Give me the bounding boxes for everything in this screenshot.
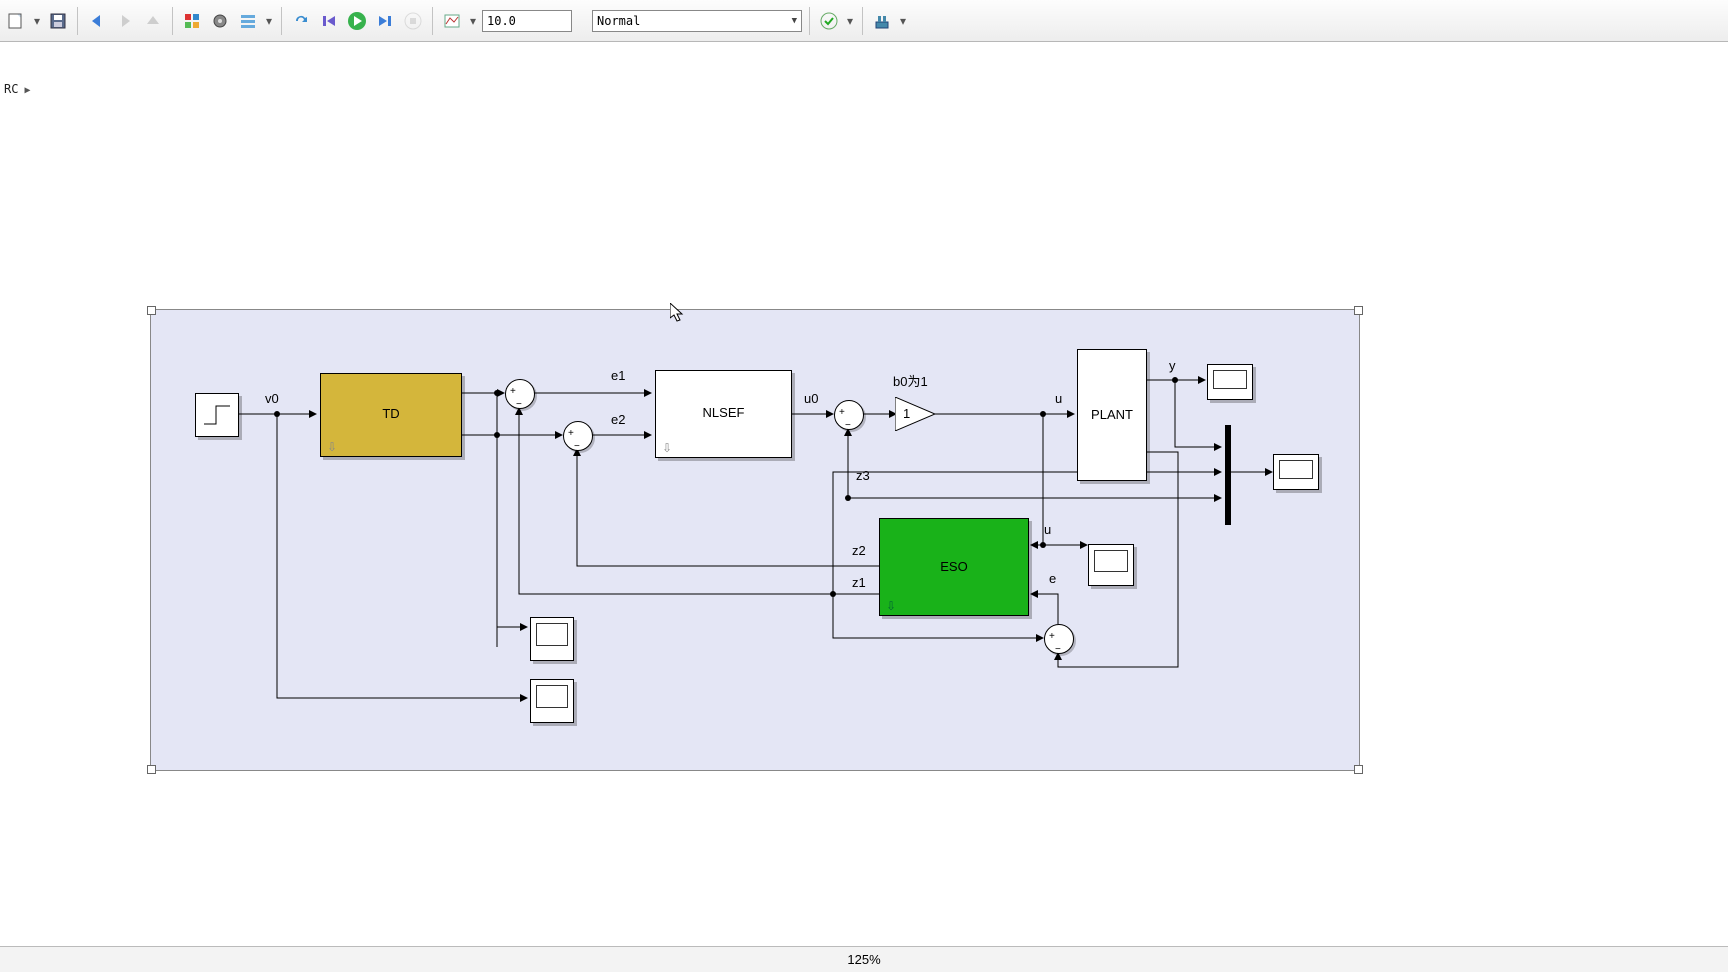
build-dropdown[interactable]: ▾ — [898, 14, 908, 28]
simulation-mode-value: Normal — [597, 14, 640, 28]
record-button[interactable] — [440, 9, 464, 33]
back-button[interactable] — [85, 9, 109, 33]
gain-value: 1 — [903, 406, 910, 421]
save-button[interactable] — [46, 9, 70, 33]
plus-sign: + — [1049, 631, 1055, 642]
nlsef-label: NLSEF — [656, 405, 791, 420]
model-config-button[interactable] — [208, 9, 232, 33]
step-forward-button[interactable] — [373, 9, 397, 33]
update-diagram-button[interactable] — [289, 9, 313, 33]
scope-y[interactable] — [1207, 364, 1253, 400]
chevron-down-icon: ▼ — [792, 16, 797, 26]
eso-label: ESO — [880, 559, 1028, 574]
scope-u[interactable] — [1088, 544, 1134, 586]
plus-sign: + — [510, 386, 516, 397]
signal-label-e1: e1 — [611, 368, 625, 383]
new-model-button[interactable] — [4, 9, 28, 33]
separator — [862, 7, 863, 35]
sum-block-e[interactable]: + − — [1044, 624, 1074, 654]
separator — [77, 7, 78, 35]
plus-sign: + — [568, 428, 574, 439]
plus-sign: + — [839, 407, 845, 418]
breadcrumb-bar: RC ▶ — [0, 41, 1728, 99]
signal-label-z3: z3 — [856, 468, 870, 483]
minus-sign: − — [845, 420, 851, 431]
advisor-ok-button[interactable] — [817, 9, 841, 33]
separator — [281, 7, 282, 35]
record-dropdown[interactable]: ▾ — [468, 14, 478, 28]
library-browser-button[interactable] — [180, 9, 204, 33]
advisor-dropdown[interactable]: ▾ — [845, 14, 855, 28]
scope-td-outputs[interactable] — [530, 617, 574, 661]
signal-label-z2: z2 — [852, 543, 866, 558]
signal-label-e: e — [1049, 571, 1056, 586]
zoom-level[interactable]: 125% — [847, 952, 880, 967]
signal-label-u2: u — [1044, 522, 1051, 537]
model-explorer-button[interactable] — [236, 9, 260, 33]
plant-label: PLANT — [1078, 407, 1146, 422]
scope-v0[interactable] — [530, 679, 574, 723]
separator — [809, 7, 810, 35]
signal-label-u0: u0 — [804, 391, 818, 406]
separator — [172, 7, 173, 35]
signal-label-e2: e2 — [611, 412, 625, 427]
step-back-button[interactable] — [317, 9, 341, 33]
simulation-mode-select[interactable]: Normal ▼ — [592, 10, 802, 32]
signal-label-z1: z1 — [852, 575, 866, 590]
minus-sign: − — [574, 441, 580, 452]
build-button[interactable] — [870, 9, 894, 33]
signal-label-y: y — [1169, 358, 1176, 373]
subsystem-arrow-icon: ⇩ — [327, 440, 337, 454]
new-model-dropdown[interactable]: ▾ — [32, 14, 42, 28]
subsystem-arrow-icon: ⇩ — [886, 599, 896, 613]
td-block[interactable]: TD ⇩ — [320, 373, 462, 457]
minus-sign: − — [1055, 644, 1061, 655]
scope-mux[interactable] — [1273, 454, 1319, 490]
sum-block-e1[interactable]: + − — [505, 379, 535, 409]
status-bar: 125% — [0, 946, 1728, 972]
gain-block[interactable]: 1 — [895, 397, 935, 431]
nlsef-block[interactable]: NLSEF ⇩ — [655, 370, 792, 458]
chevron-right-icon: ▶ — [24, 85, 30, 96]
stop-button[interactable] — [401, 9, 425, 33]
run-button[interactable] — [345, 9, 369, 33]
forward-button[interactable] — [113, 9, 137, 33]
sum-block-e2[interactable]: + − — [563, 421, 593, 451]
step-block[interactable] — [195, 393, 239, 437]
up-button[interactable] — [141, 9, 165, 33]
step-icon — [196, 394, 238, 436]
plant-block[interactable]: PLANT — [1077, 349, 1147, 481]
minus-sign: − — [516, 399, 522, 410]
model-explorer-dropdown[interactable]: ▾ — [264, 14, 274, 28]
wire-layer — [0, 97, 1728, 967]
eso-block[interactable]: ESO ⇩ — [879, 518, 1029, 616]
breadcrumb-root[interactable]: RC — [4, 82, 18, 96]
main-toolbar: ▾ ▾ ▾ Normal ▼ ▾ — [0, 0, 1728, 42]
signal-label-v0: v0 — [265, 391, 279, 406]
stop-time-input[interactable] — [482, 10, 572, 32]
signal-label-b0: b0为1 — [893, 371, 928, 390]
td-label: TD — [321, 406, 461, 421]
subsystem-arrow-icon: ⇩ — [662, 441, 672, 455]
signal-label-u: u — [1055, 391, 1062, 406]
sum-block-u0[interactable]: + − — [834, 400, 864, 430]
mux-block[interactable] — [1225, 425, 1231, 525]
separator — [432, 7, 433, 35]
diagram-canvas[interactable]: TD ⇩ + − + − NLSEF ⇩ + − 1 PLANT ESO ⇩ +… — [0, 97, 1728, 947]
